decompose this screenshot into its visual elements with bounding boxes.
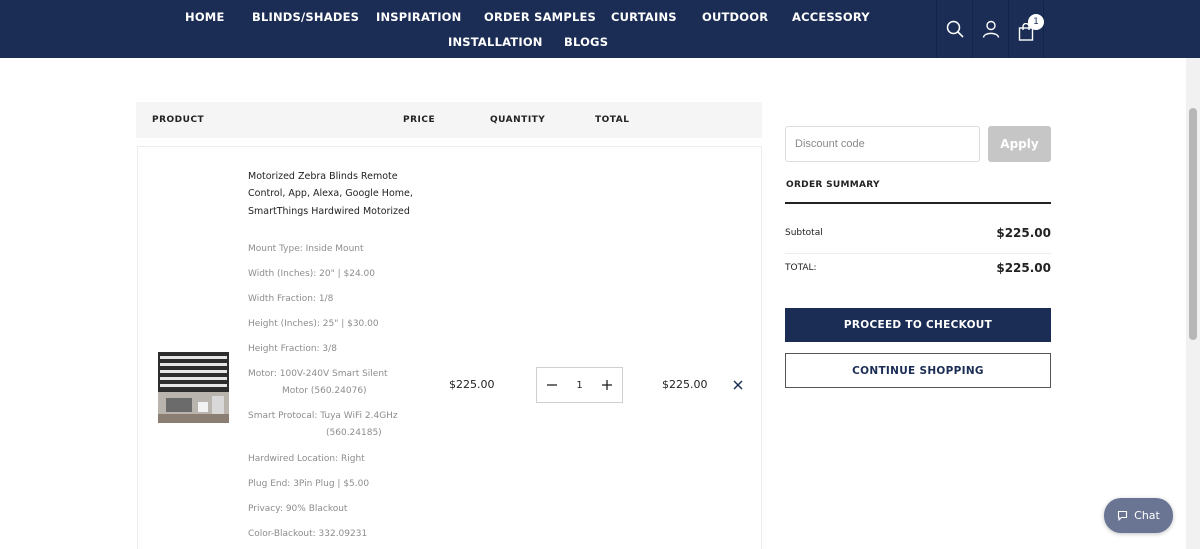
option-plug-end: Plug End: 3Pin Plug | $5.00 xyxy=(248,479,370,489)
plus-icon xyxy=(602,380,612,390)
minus-icon xyxy=(547,384,557,386)
header-icons: 1 xyxy=(936,0,1044,58)
proceed-to-checkout-button[interactable]: PROCEED TO CHECKOUT xyxy=(785,308,1051,342)
user-icon xyxy=(982,20,999,38)
option-width-fraction: Width Fraction: 1/8 xyxy=(248,294,334,304)
header-price: PRICE xyxy=(403,115,436,125)
cart-count-badge: 1 xyxy=(1028,14,1044,30)
total-row: TOTAL: $225.00 xyxy=(785,261,1051,275)
remove-item-icon[interactable] xyxy=(732,379,744,391)
nav-home[interactable]: HOME xyxy=(185,10,225,24)
item-price: $225.00 xyxy=(449,378,495,391)
summary-row-divider xyxy=(785,253,1051,254)
option-privacy: Privacy: 90% Blackout xyxy=(248,504,348,514)
cart-button[interactable]: 1 xyxy=(1008,0,1044,58)
apply-discount-button[interactable]: Apply xyxy=(988,126,1051,162)
subtotal-value: $225.00 xyxy=(996,226,1051,240)
nav-outdoor[interactable]: OUTDOOR xyxy=(702,10,768,24)
discount-code-input[interactable] xyxy=(785,126,980,162)
chat-button[interactable]: Chat xyxy=(1104,498,1173,533)
quantity-stepper: 1 xyxy=(536,367,623,403)
header-quantity: QUANTITY xyxy=(490,115,546,125)
quantity-value[interactable]: 1 xyxy=(576,380,582,391)
header-total: TOTAL xyxy=(595,115,630,125)
subtotal-row: Subtotal $225.00 xyxy=(785,226,1051,240)
option-motor-line2: Motor (560.24076) xyxy=(282,386,367,396)
increase-quantity-button[interactable] xyxy=(600,378,614,392)
cart-table-header: PRODUCT PRICE QUANTITY TOTAL xyxy=(136,102,762,138)
nav-order-samples[interactable]: ORDER SAMPLES xyxy=(484,10,596,24)
subtotal-label: Subtotal xyxy=(785,228,823,238)
page-scrollbar[interactable] xyxy=(1186,58,1200,549)
option-motor-line1: Motor: 100V-240V Smart Silent xyxy=(248,369,388,379)
total-value: $225.00 xyxy=(996,261,1051,275)
nav-curtains[interactable]: CURTAINS xyxy=(611,10,677,24)
scrollbar-thumb[interactable] xyxy=(1189,108,1197,340)
nav-inspiration[interactable]: INSPIRATION xyxy=(376,10,461,24)
option-smart-protocol: Smart Protocal: Tuya WiFi 2.4GHz (560.24… xyxy=(248,408,398,442)
option-color: Color-Blackout: 332.09231 xyxy=(248,529,368,539)
continue-shopping-button[interactable]: CONTINUE SHOPPING xyxy=(785,353,1051,388)
option-height-fraction: Height Fraction: 3/8 xyxy=(248,344,337,354)
option-protocol-line2: (560.24185) xyxy=(326,428,382,438)
option-hardwired-location: Hardwired Location: Right xyxy=(248,454,365,464)
header-product: PRODUCT xyxy=(152,115,205,125)
nav-accessory[interactable]: ACCESSORY xyxy=(792,10,870,24)
option-height: Height (Inches): 25" | $30.00 xyxy=(248,319,379,329)
search-icon xyxy=(946,20,964,38)
product-thumbnail[interactable] xyxy=(158,352,229,423)
chat-bubble-icon xyxy=(1118,510,1128,521)
option-mount-type: Mount Type: Inside Mount xyxy=(248,244,364,254)
nav-installation[interactable]: INSTALLATION xyxy=(448,35,543,49)
order-summary-title: ORDER SUMMARY xyxy=(786,180,880,190)
nav-blogs[interactable]: BLOGS xyxy=(564,35,608,49)
product-title[interactable]: Motorized Zebra Blinds Remote Control, A… xyxy=(248,168,413,220)
main-nav: HOME BLINDS/SHADES INSPIRATION ORDER SAM… xyxy=(0,0,936,58)
search-button[interactable] xyxy=(936,0,972,58)
decrease-quantity-button[interactable] xyxy=(545,378,559,392)
item-total: $225.00 xyxy=(662,378,708,391)
summary-divider xyxy=(785,202,1051,204)
option-protocol-line1: Smart Protocal: Tuya WiFi 2.4GHz xyxy=(248,411,398,421)
nav-blinds-shades[interactable]: BLINDS/SHADES xyxy=(252,10,359,24)
option-width: Width (Inches): 20" | $24.00 xyxy=(248,269,375,279)
option-motor: Motor: 100V-240V Smart Silent Motor (560… xyxy=(248,366,388,400)
site-header: HOME BLINDS/SHADES INSPIRATION ORDER SAM… xyxy=(0,0,1200,58)
account-button[interactable] xyxy=(972,0,1008,58)
cart-item-row: Motorized Zebra Blinds Remote Control, A… xyxy=(137,146,762,549)
total-label: TOTAL: xyxy=(785,263,817,273)
chat-label: Chat xyxy=(1134,509,1160,522)
